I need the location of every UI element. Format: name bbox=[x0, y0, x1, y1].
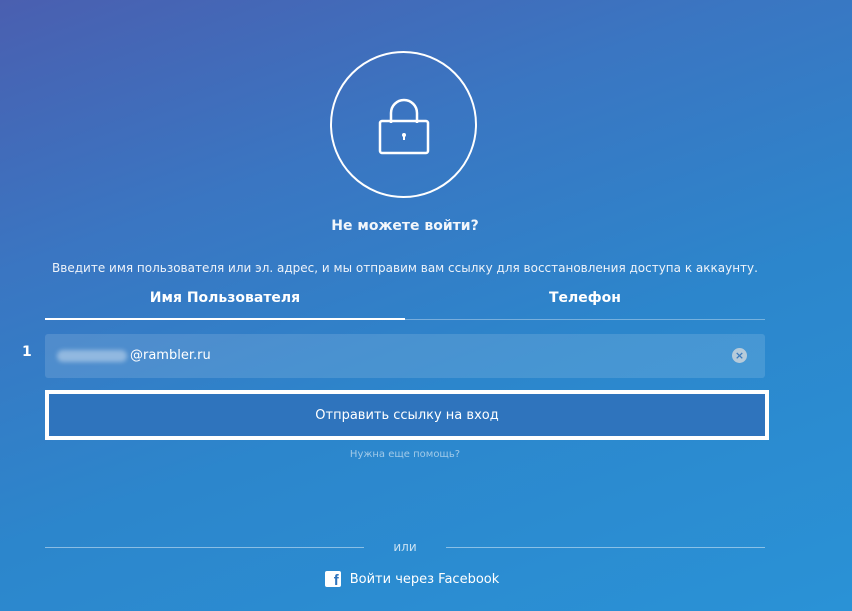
page-title: Не можете войти? bbox=[331, 218, 479, 234]
active-tab-indicator bbox=[45, 318, 405, 320]
lock-icon bbox=[378, 98, 430, 155]
redacted-username bbox=[57, 349, 127, 362]
tab-phone[interactable]: Телефон bbox=[405, 290, 765, 306]
facebook-icon: f bbox=[324, 571, 341, 589]
facebook-login-link[interactable]: f Войти через Facebook bbox=[0, 571, 810, 589]
lock-icon-circle bbox=[330, 51, 477, 198]
divider-right bbox=[446, 547, 765, 548]
clear-icon[interactable]: × bbox=[732, 348, 747, 363]
divider-left bbox=[45, 547, 364, 548]
tab-username[interactable]: Имя Пользователя bbox=[45, 290, 405, 306]
input-value-domain: @rambler.ru bbox=[130, 348, 211, 363]
input-value: @rambler.ru bbox=[57, 348, 211, 363]
need-help-link[interactable]: Нужна еще помощь? bbox=[0, 449, 810, 460]
or-separator: или bbox=[393, 540, 417, 554]
facebook-login-label: Войти через Facebook bbox=[349, 571, 500, 587]
step-marker: 1 bbox=[22, 344, 32, 360]
username-email-input[interactable]: @rambler.ru × bbox=[45, 334, 765, 378]
send-login-link-button[interactable]: Отправить ссылку на вход bbox=[45, 390, 769, 440]
page-description: Введите имя пользователя или эл. адрес, … bbox=[52, 261, 758, 275]
tab-bar: Имя Пользователя Телефон bbox=[45, 283, 765, 320]
